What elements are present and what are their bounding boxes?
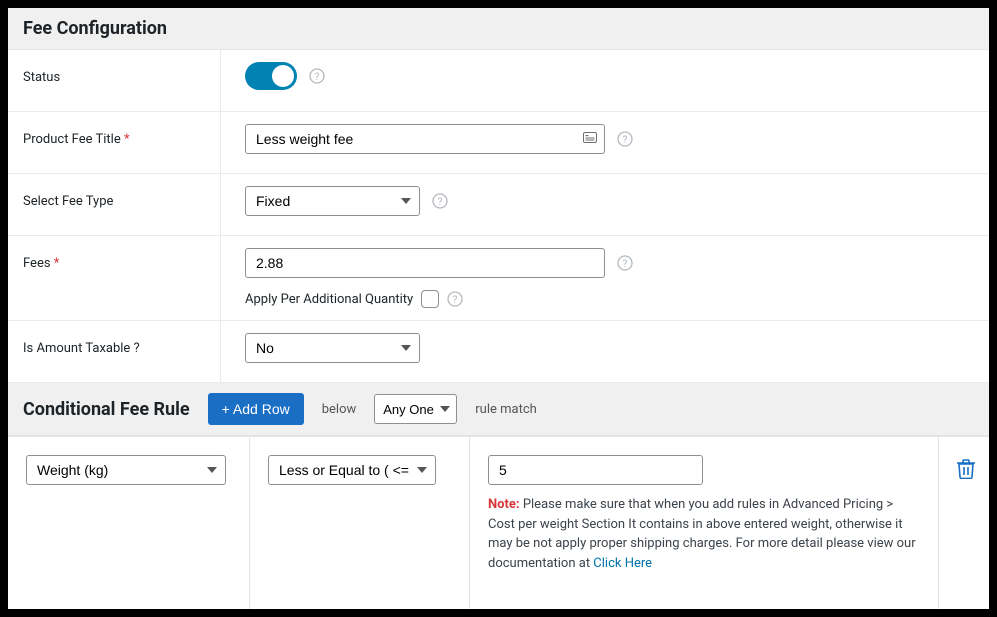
rule-condition-select[interactable]: Weight (kg) bbox=[26, 455, 226, 485]
below-text: below bbox=[322, 402, 357, 417]
note-label: Note: bbox=[488, 497, 520, 512]
trash-icon[interactable] bbox=[957, 459, 975, 479]
product-fee-title-input[interactable] bbox=[245, 124, 605, 154]
rule-value-col: Note: Please make sure that when you add… bbox=[470, 437, 939, 609]
fee-config-panel: Fee Configuration Status ? Product Fee T… bbox=[8, 8, 989, 609]
apply-per-qty-label: Apply Per Additional Quantity bbox=[245, 292, 413, 307]
label-status: Status bbox=[8, 50, 221, 111]
rule-value-input[interactable] bbox=[488, 455, 703, 485]
rule-match-text: rule match bbox=[475, 402, 537, 417]
help-icon[interactable]: ? bbox=[432, 193, 448, 209]
row-fees: Fees * ? Apply Per Additional Quantity ? bbox=[8, 236, 989, 321]
row-product-fee-title: Product Fee Title * ? bbox=[8, 112, 989, 174]
conditional-rule-title-text: Conditional Fee Rule bbox=[23, 399, 190, 420]
add-row-button[interactable]: + Add Row bbox=[208, 393, 304, 425]
rule-condition-col: Weight (kg) bbox=[8, 437, 250, 609]
svg-text:?: ? bbox=[623, 259, 628, 270]
apply-per-qty-checkbox[interactable] bbox=[421, 290, 439, 308]
help-icon[interactable]: ? bbox=[447, 291, 463, 307]
fee-type-select[interactable]: Fixed bbox=[245, 186, 420, 216]
rule-match-select[interactable]: Any One bbox=[374, 394, 457, 424]
row-status: Status ? bbox=[8, 50, 989, 112]
fees-input[interactable] bbox=[245, 248, 605, 278]
help-icon[interactable]: ? bbox=[617, 131, 633, 147]
rule-table: Weight (kg) Less or Equal to ( <= ) Note… bbox=[8, 436, 989, 609]
label-taxable: Is Amount Taxable ? bbox=[8, 321, 221, 382]
click-here-link[interactable]: Click Here bbox=[593, 556, 652, 571]
rule-note: Note: Please make sure that when you add… bbox=[488, 495, 920, 573]
toggle-knob bbox=[272, 65, 294, 87]
section-fee-config-title: Fee Configuration bbox=[8, 8, 989, 50]
rule-operator-col: Less or Equal to ( <= ) bbox=[250, 437, 470, 609]
rule-operator-select[interactable]: Less or Equal to ( <= ) bbox=[268, 455, 436, 485]
svg-text:?: ? bbox=[315, 72, 320, 83]
svg-text:?: ? bbox=[453, 295, 458, 306]
row-fee-type: Select Fee Type Fixed ? bbox=[8, 174, 989, 236]
svg-text:?: ? bbox=[623, 135, 628, 146]
status-toggle[interactable] bbox=[245, 62, 297, 90]
label-fee-type: Select Fee Type bbox=[8, 174, 221, 235]
taxable-select[interactable]: No bbox=[245, 333, 420, 363]
section-conditional-rule-title: Conditional Fee Rule + Add Row below Any… bbox=[8, 383, 989, 436]
rule-delete-col bbox=[939, 437, 989, 609]
row-taxable: Is Amount Taxable ? No bbox=[8, 321, 989, 383]
svg-text:?: ? bbox=[438, 197, 443, 208]
help-icon[interactable]: ? bbox=[309, 68, 325, 84]
label-product-fee-title: Product Fee Title * bbox=[8, 112, 221, 173]
label-fees: Fees * bbox=[8, 236, 221, 320]
help-icon[interactable]: ? bbox=[617, 255, 633, 271]
note-text-body: Please make sure that when you add rules… bbox=[488, 497, 916, 571]
